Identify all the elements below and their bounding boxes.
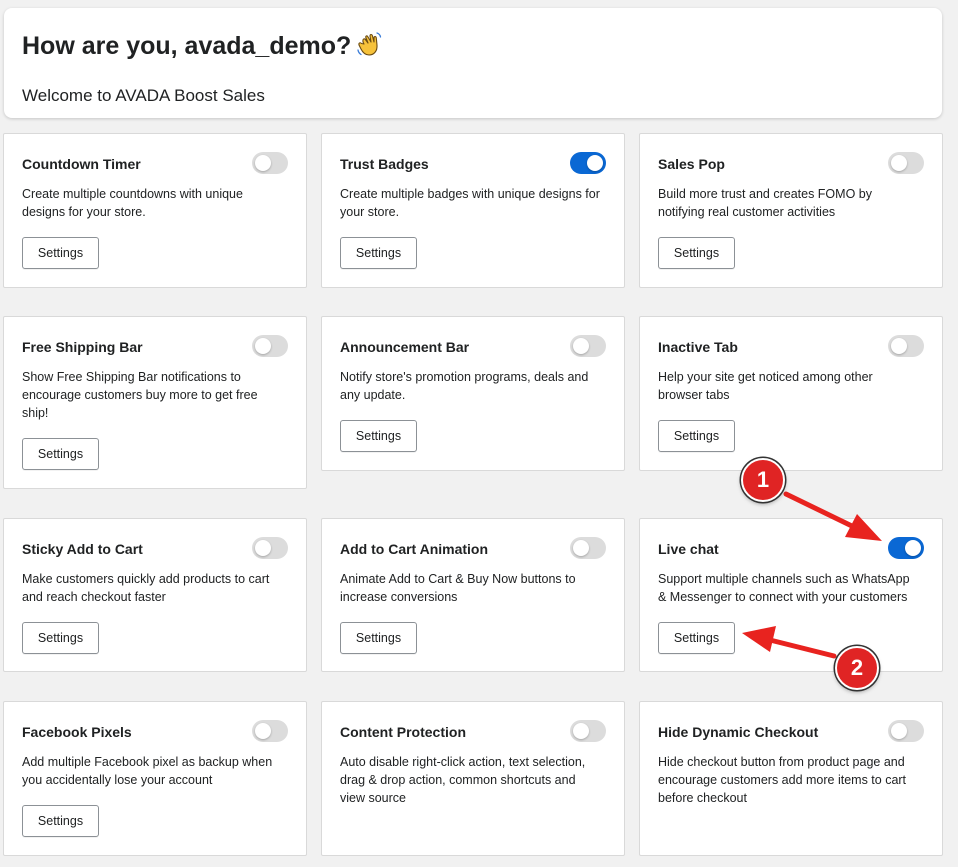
content-protection-toggle[interactable] <box>570 720 606 742</box>
trust-badges-settings-button[interactable]: Settings <box>340 237 417 269</box>
hide-dynamic-checkout-toggle[interactable] <box>888 720 924 742</box>
welcome-subtitle: Welcome to AVADA Boost Sales <box>22 86 265 105</box>
card-description: Show Free Shipping Bar notifications to … <box>22 370 258 420</box>
inactive-tab-toggle[interactable] <box>888 335 924 357</box>
toggle-knob <box>255 338 271 354</box>
add-to-cart-animation-toggle[interactable] <box>570 537 606 559</box>
trust-badges-toggle[interactable] <box>570 152 606 174</box>
card-countdown-timer: Countdown Timer Create multiple countdow… <box>3 133 307 288</box>
card-content-protection: Content Protection Auto disable right-cl… <box>321 701 625 856</box>
waving-hand-icon <box>357 32 382 56</box>
card-title: Sales Pop <box>658 156 725 172</box>
card-title: Sticky Add to Cart <box>22 541 143 557</box>
inactive-tab-settings-button[interactable]: Settings <box>658 420 735 452</box>
card-trust-badges: Trust Badges Create multiple badges with… <box>321 133 625 288</box>
card-title: Free Shipping Bar <box>22 339 143 355</box>
card-description: Create multiple countdowns with unique d… <box>22 187 243 219</box>
free-shipping-bar-toggle[interactable] <box>252 335 288 357</box>
page-title: How are you, avada_demo? <box>22 30 383 61</box>
announcement-bar-toggle[interactable] <box>570 335 606 357</box>
toggle-knob <box>891 338 907 354</box>
card-title: Inactive Tab <box>658 339 738 355</box>
card-add-to-cart-animation: Add to Cart Animation Animate Add to Car… <box>321 518 625 672</box>
free-shipping-bar-settings-button[interactable]: Settings <box>22 438 99 470</box>
annotation-badge-2: 2 <box>835 646 879 690</box>
card-announcement-bar: Announcement Bar Notify store's promotio… <box>321 316 625 471</box>
toggle-knob <box>573 338 589 354</box>
card-hide-dynamic-checkout: Hide Dynamic Checkout Hide checkout butt… <box>639 701 943 856</box>
card-title: Trust Badges <box>340 156 429 172</box>
sticky-add-to-cart-settings-button[interactable]: Settings <box>22 622 99 654</box>
sales-pop-toggle[interactable] <box>888 152 924 174</box>
toggle-knob <box>891 155 907 171</box>
card-description: Add multiple Facebook pixel as backup wh… <box>22 755 273 787</box>
card-title: Content Protection <box>340 724 466 740</box>
card-description: Build more trust and creates FOMO by not… <box>658 187 872 219</box>
card-description: Auto disable right-click action, text se… <box>340 755 586 805</box>
toggle-knob <box>587 155 603 171</box>
toggle-knob <box>891 723 907 739</box>
card-live-chat: Live chat Support multiple channels such… <box>639 518 943 672</box>
countdown-timer-settings-button[interactable]: Settings <box>22 237 99 269</box>
card-title: Countdown Timer <box>22 156 141 172</box>
facebook-pixels-toggle[interactable] <box>252 720 288 742</box>
toggle-knob <box>573 723 589 739</box>
welcome-card: How are you, avada_demo? Welcome to AVAD… <box>4 8 942 118</box>
card-description: Animate Add to Cart & Buy Now buttons to… <box>340 572 576 604</box>
card-facebook-pixels: Facebook Pixels Add multiple Facebook pi… <box>3 701 307 856</box>
card-title: Add to Cart Animation <box>340 541 489 557</box>
sales-pop-settings-button[interactable]: Settings <box>658 237 735 269</box>
toggle-knob <box>905 540 921 556</box>
card-title: Facebook Pixels <box>22 724 132 740</box>
facebook-pixels-settings-button[interactable]: Settings <box>22 805 99 837</box>
toggle-knob <box>255 540 271 556</box>
countdown-timer-toggle[interactable] <box>252 152 288 174</box>
live-chat-toggle[interactable] <box>888 537 924 559</box>
card-sticky-add-to-cart: Sticky Add to Cart Make customers quickl… <box>3 518 307 672</box>
toggle-knob <box>255 155 271 171</box>
card-description: Support multiple channels such as WhatsA… <box>658 572 910 604</box>
sticky-add-to-cart-toggle[interactable] <box>252 537 288 559</box>
card-title: Hide Dynamic Checkout <box>658 724 819 740</box>
annotation-badge-1: 1 <box>741 458 785 502</box>
card-title: Announcement Bar <box>340 339 470 355</box>
card-description: Help your site get noticed among other b… <box>658 370 873 402</box>
card-free-shipping-bar: Free Shipping Bar Show Free Shipping Bar… <box>3 316 307 489</box>
card-description: Create multiple badges with unique desig… <box>340 187 600 219</box>
card-inactive-tab: Inactive Tab Help your site get noticed … <box>639 316 943 471</box>
add-to-cart-animation-settings-button[interactable]: Settings <box>340 622 417 654</box>
card-description: Make customers quickly add products to c… <box>22 572 270 604</box>
live-chat-settings-button[interactable]: Settings <box>658 622 735 654</box>
card-title: Live chat <box>658 541 719 557</box>
card-sales-pop: Sales Pop Build more trust and creates F… <box>639 133 943 288</box>
toggle-knob <box>573 540 589 556</box>
card-description: Hide checkout button from product page a… <box>658 755 907 805</box>
toggle-knob <box>255 723 271 739</box>
announcement-bar-settings-button[interactable]: Settings <box>340 420 417 452</box>
card-description: Notify store's promotion programs, deals… <box>340 370 589 402</box>
